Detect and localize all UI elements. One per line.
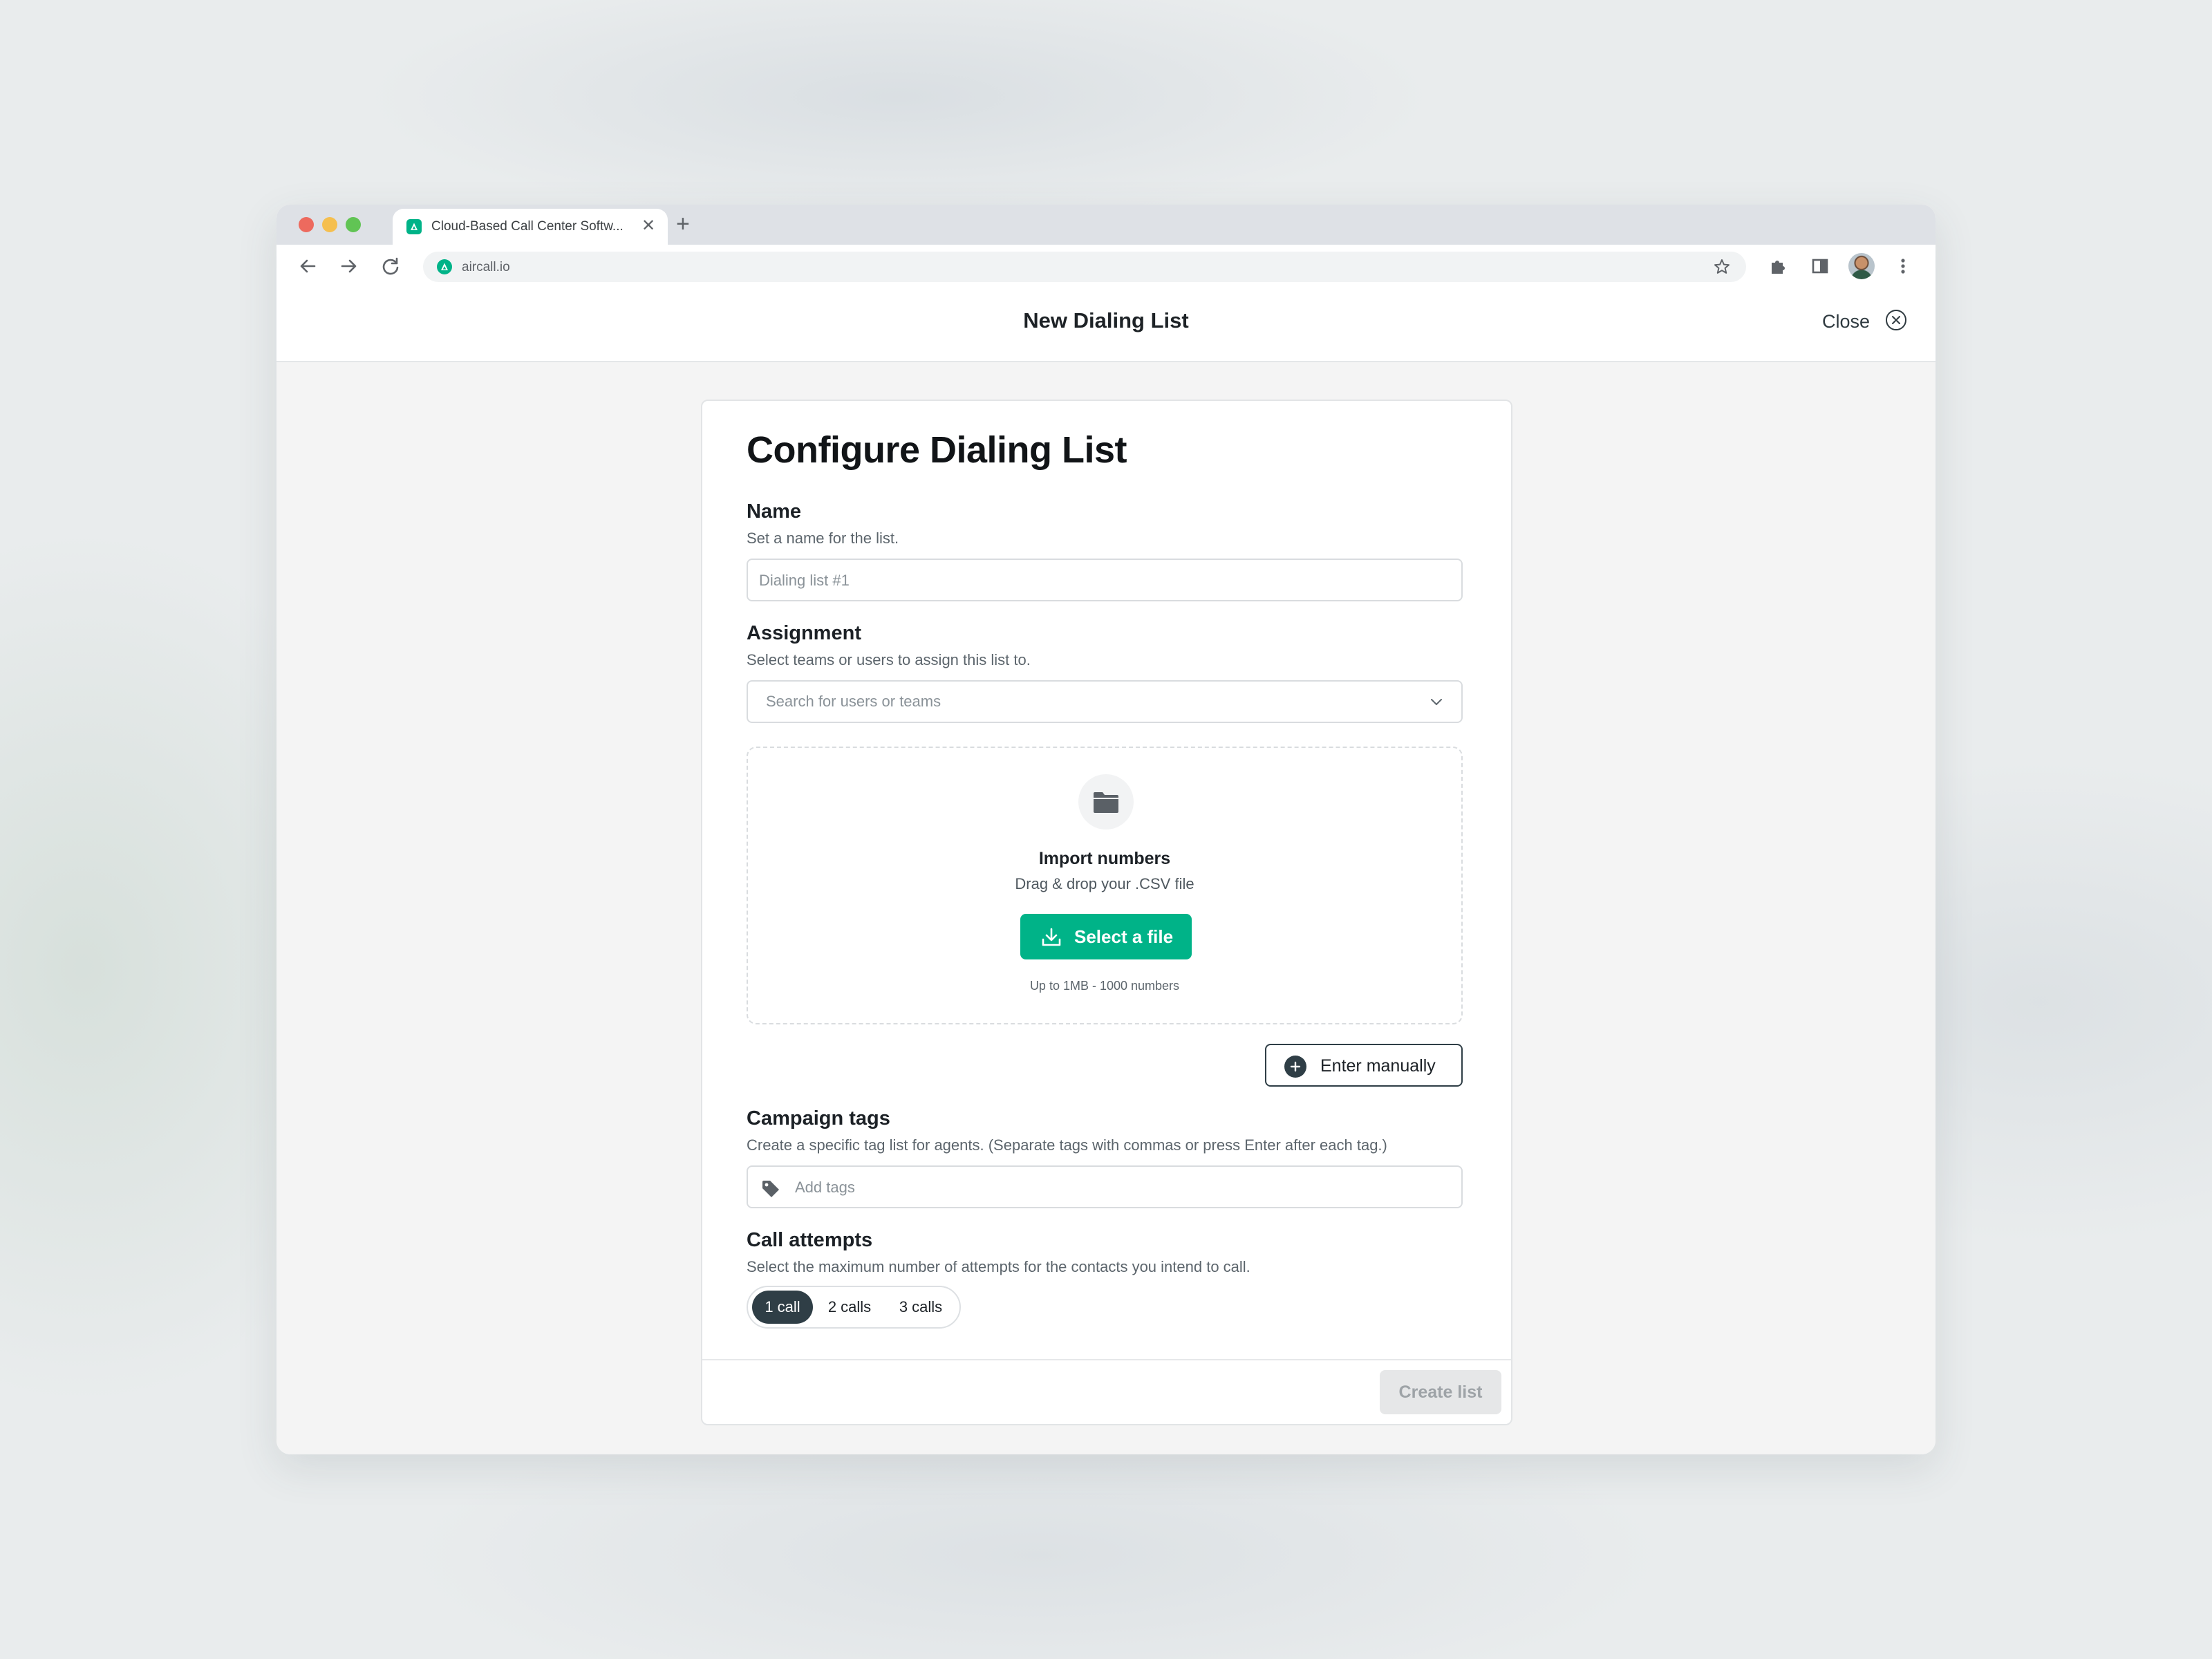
kebab-menu-icon[interactable] <box>1891 254 1915 278</box>
folder-icon <box>1078 774 1134 830</box>
enter-manually-label: Enter manually <box>1320 1056 1436 1076</box>
call-option-3[interactable]: 3 calls <box>888 1291 954 1324</box>
configure-card: Configure Dialing List Name Set a name f… <box>701 400 1512 1425</box>
assignment-select[interactable]: Search for users or teams <box>747 680 1463 723</box>
close-label: Close <box>1822 311 1871 332</box>
name-label: Name <box>747 500 801 523</box>
chevron-down-icon <box>1430 697 1443 710</box>
close-circle-icon <box>1884 308 1908 335</box>
window-minimize-dot[interactable] <box>322 217 337 232</box>
plus-circle-icon <box>1284 1056 1306 1078</box>
assignment-hint: Select teams or users to assign this lis… <box>747 651 1031 668</box>
call-option-1[interactable]: 1 call <box>752 1291 813 1324</box>
aircall-favicon-icon <box>406 219 422 234</box>
tags-input[interactable] <box>794 1167 1446 1208</box>
content-area: Configure Dialing List Name Set a name f… <box>276 362 1936 1454</box>
import-subtitle: Drag & drop your .CSV file <box>1015 875 1194 892</box>
reload-icon[interactable] <box>379 254 402 278</box>
page-title: New Dialing List <box>1023 308 1189 332</box>
window-close-dot[interactable] <box>299 217 314 232</box>
profile-avatar[interactable] <box>1848 253 1875 279</box>
name-input[interactable] <box>758 560 1438 601</box>
call-attempts-segmented: 1 call 2 calls 3 calls <box>747 1286 961 1329</box>
extension-puzzle-icon[interactable] <box>1767 254 1790 278</box>
call-attempts-label: Call attempts <box>747 1229 873 1251</box>
call-attempts-hint: Select the maximum number of attempts fo… <box>747 1258 1250 1275</box>
campaign-tags-field[interactable] <box>747 1165 1463 1208</box>
tab-title: Cloud-Based Call Center Softw... <box>431 219 624 234</box>
call-option-2[interactable]: 2 calls <box>817 1291 882 1324</box>
select-file-button[interactable]: Select a file <box>1020 914 1192 959</box>
card-title: Configure Dialing List <box>747 429 1127 471</box>
tab-strip: Cloud-Based Call Center Softw... ✕ + <box>276 205 1936 245</box>
select-file-label: Select a file <box>1074 926 1174 947</box>
import-limit: Up to 1MB - 1000 numbers <box>1029 979 1180 993</box>
address-bar[interactable]: aircall.io <box>423 252 1746 282</box>
name-field[interactable] <box>747 559 1463 601</box>
forward-arrow-icon[interactable] <box>337 254 361 278</box>
campaign-tags-hint: Create a specific tag list for agents. (… <box>747 1136 1387 1154</box>
create-list-button[interactable]: Create list <box>1380 1370 1501 1414</box>
enter-manually-button[interactable]: Enter manually <box>1265 1044 1463 1087</box>
window-maximize-dot[interactable] <box>346 217 361 232</box>
campaign-tags-label: Campaign tags <box>747 1107 890 1130</box>
import-dropzone[interactable]: Import numbers Drag & drop your .CSV fil… <box>747 747 1463 1024</box>
side-panel-icon[interactable] <box>1808 254 1832 278</box>
download-icon <box>1042 928 1061 946</box>
star-icon[interactable] <box>1713 258 1731 279</box>
url-text: aircall.io <box>462 260 510 274</box>
new-tab-button[interactable]: + <box>676 210 690 238</box>
site-favicon-icon <box>437 259 452 274</box>
card-footer: Create list <box>702 1359 1511 1424</box>
back-arrow-icon[interactable] <box>296 254 319 278</box>
browser-toolbar: aircall.io <box>276 245 1936 288</box>
tab-close-icon[interactable]: ✕ <box>641 217 655 235</box>
app-header: New Dialing List Close <box>276 288 1936 362</box>
tag-icon <box>760 1179 781 1201</box>
name-hint: Set a name for the list. <box>747 529 899 547</box>
assignment-placeholder: Search for users or teams <box>766 693 941 710</box>
browser-tab[interactable]: Cloud-Based Call Center Softw... ✕ <box>393 209 668 245</box>
import-title: Import numbers <box>1038 849 1171 868</box>
assignment-label: Assignment <box>747 622 861 644</box>
browser-window: Cloud-Based Call Center Softw... ✕ + air… <box>276 205 1936 1454</box>
